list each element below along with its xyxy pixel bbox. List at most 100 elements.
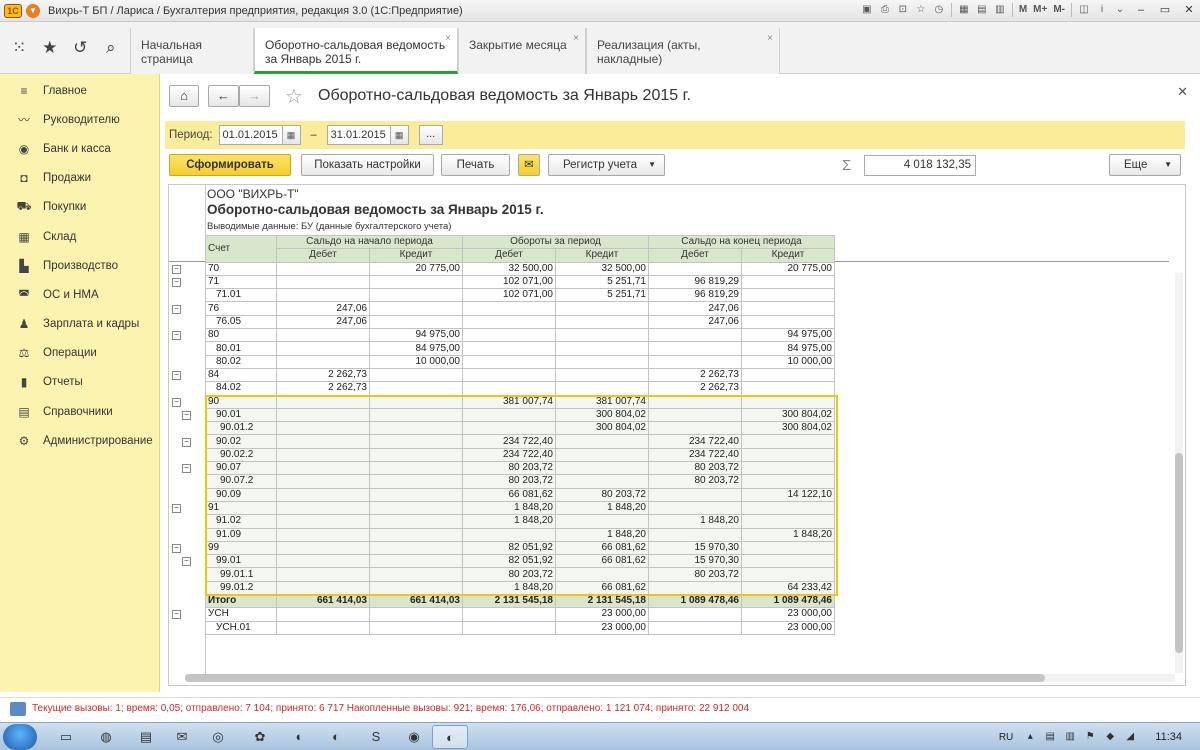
amount-cell[interactable]: 2 262,73 xyxy=(648,381,742,396)
clipboard-icon[interactable]: ▥ xyxy=(992,2,1008,18)
document-icon[interactable]: ▤ xyxy=(128,725,164,749)
favorites-star-icon[interactable]: ★ xyxy=(39,38,61,58)
amount-cell[interactable]: 84 975,00 xyxy=(741,341,835,356)
performance-icon[interactable] xyxy=(10,701,26,716)
period-select-button[interactable]: ... xyxy=(418,125,443,145)
amount-cell[interactable] xyxy=(741,314,835,330)
amount-cell[interactable] xyxy=(741,301,835,316)
print-button[interactable]: Печать xyxy=(441,154,510,176)
amount-cell[interactable] xyxy=(276,394,370,409)
skype-icon[interactable]: S xyxy=(358,725,394,749)
amount-cell[interactable]: 2 262,73 xyxy=(648,367,742,383)
amount-cell[interactable] xyxy=(648,500,742,516)
pdf-icon[interactable]: ▤ xyxy=(1043,730,1057,744)
maximize-button[interactable]: ▭ xyxy=(1154,2,1176,18)
app-window-icon[interactable]: ◉ xyxy=(396,725,432,749)
amount-cell[interactable]: 32 500,00 xyxy=(555,261,649,276)
amount-cell[interactable] xyxy=(276,341,370,356)
amount-cell[interactable] xyxy=(555,367,649,383)
amount-cell[interactable]: 20 775,00 xyxy=(369,261,463,276)
sidebar-item-purchases[interactable]: ⛟ Покупки xyxy=(0,193,159,222)
calculator-icon[interactable]: ▦ xyxy=(956,2,972,18)
amount-cell[interactable]: 1 848,20 xyxy=(741,527,835,542)
account-cell[interactable]: 80.02 xyxy=(205,354,277,369)
amount-cell[interactable]: 300 804,02 xyxy=(741,421,835,436)
amount-cell[interactable] xyxy=(276,461,370,476)
account-cell[interactable]: УСН xyxy=(205,607,277,622)
outlook-icon[interactable]: ✉ xyxy=(164,725,200,749)
amount-cell[interactable]: 66 081,62 xyxy=(555,540,649,556)
account-cell[interactable]: 76 xyxy=(205,301,277,316)
amount-cell[interactable] xyxy=(369,394,463,409)
amount-cell[interactable] xyxy=(648,421,742,436)
account-cell[interactable]: 90.07.2 xyxy=(205,474,277,489)
account-cell[interactable]: 90.09 xyxy=(205,487,277,502)
amount-cell[interactable] xyxy=(741,540,835,556)
amount-cell[interactable] xyxy=(555,447,649,463)
amount-cell[interactable] xyxy=(462,354,556,369)
account-cell[interactable]: УСН.01 xyxy=(205,620,277,635)
info-icon[interactable]: i xyxy=(1094,2,1110,18)
amount-cell[interactable] xyxy=(741,288,835,303)
amount-cell[interactable] xyxy=(648,407,742,423)
collapse-group-button[interactable]: − xyxy=(172,264,181,274)
print-icon[interactable]: ⎙ xyxy=(877,2,893,18)
amount-cell[interactable] xyxy=(741,394,835,409)
amount-cell[interactable]: 1 848,20 xyxy=(462,500,556,516)
account-cell[interactable]: 90.01 xyxy=(205,407,277,423)
sidebar-item-references[interactable]: ▤ Справочники xyxy=(0,397,159,426)
amount-cell[interactable] xyxy=(276,274,370,290)
onec-icon[interactable]: ◐ xyxy=(318,725,354,749)
amount-cell[interactable]: 300 804,02 xyxy=(555,407,649,423)
amount-cell[interactable]: 80 203,72 xyxy=(555,487,649,502)
amount-cell[interactable] xyxy=(276,261,370,276)
scroll-thumb[interactable] xyxy=(1175,453,1183,653)
app-logo-icon[interactable]: 1С xyxy=(4,3,22,18)
amount-cell[interactable]: 15 970,30 xyxy=(648,554,742,569)
sidebar-item-salary[interactable]: ♟ Зарплата и кадры xyxy=(0,310,159,339)
amount-cell[interactable]: 66 081,62 xyxy=(555,554,649,569)
amount-cell[interactable]: 234 722,40 xyxy=(462,447,556,463)
amount-cell[interactable] xyxy=(741,447,835,463)
account-cell[interactable]: 70 xyxy=(205,261,277,276)
collapse-group-button[interactable]: − xyxy=(172,610,181,620)
onec-active-icon[interactable]: ◐ xyxy=(432,725,468,749)
app-green-icon[interactable]: ✿ xyxy=(242,725,278,749)
amount-cell[interactable] xyxy=(462,367,556,383)
sidebar-item-production[interactable]: ▙ Производство xyxy=(0,251,159,280)
amount-cell[interactable] xyxy=(555,328,649,343)
account-cell[interactable]: 91.09 xyxy=(205,527,277,542)
collapse-group-button[interactable]: − xyxy=(172,331,181,341)
account-cell[interactable]: 90.01.2 xyxy=(205,421,277,436)
amount-cell[interactable]: 23 000,00 xyxy=(555,620,649,635)
amount-cell[interactable] xyxy=(741,474,835,489)
amount-cell[interactable] xyxy=(648,328,742,343)
amount-cell[interactable]: 234 722,40 xyxy=(462,434,556,449)
more-button[interactable]: Еще ▼ xyxy=(1109,154,1181,176)
amount-cell[interactable] xyxy=(369,461,463,476)
account-cell[interactable]: 90.02.2 xyxy=(205,447,277,463)
amount-cell[interactable] xyxy=(648,527,742,542)
calendar-icon[interactable]: ▦ xyxy=(282,125,301,145)
amount-cell[interactable] xyxy=(555,474,649,489)
save-icon[interactable]: ▣ xyxy=(859,2,875,18)
amount-cell[interactable] xyxy=(648,580,742,596)
account-cell[interactable]: 76.05 xyxy=(205,314,277,330)
amount-cell[interactable] xyxy=(462,407,556,423)
amount-cell[interactable]: 102 071,00 xyxy=(462,274,556,290)
amount-cell[interactable] xyxy=(276,407,370,423)
amount-cell[interactable] xyxy=(648,354,742,369)
account-cell[interactable]: 84 xyxy=(205,367,277,383)
send-email-button[interactable]: ✉ xyxy=(518,154,540,176)
close-window-button[interactable]: ✕ xyxy=(1178,2,1200,18)
amount-cell[interactable]: 300 804,02 xyxy=(555,421,649,436)
tab-osv-report[interactable]: Оборотно-сальдовая ведомость за Январь 2… xyxy=(254,28,458,74)
amount-cell[interactable] xyxy=(369,421,463,436)
amount-cell[interactable] xyxy=(555,434,649,449)
amount-cell[interactable] xyxy=(462,527,556,542)
amount-cell[interactable] xyxy=(462,314,556,330)
amount-cell[interactable] xyxy=(276,607,370,622)
sidebar-item-reports[interactable]: ▮ Отчеты xyxy=(0,368,159,397)
tab-close-icon[interactable]: × xyxy=(573,32,579,46)
amount-cell[interactable] xyxy=(462,421,556,436)
